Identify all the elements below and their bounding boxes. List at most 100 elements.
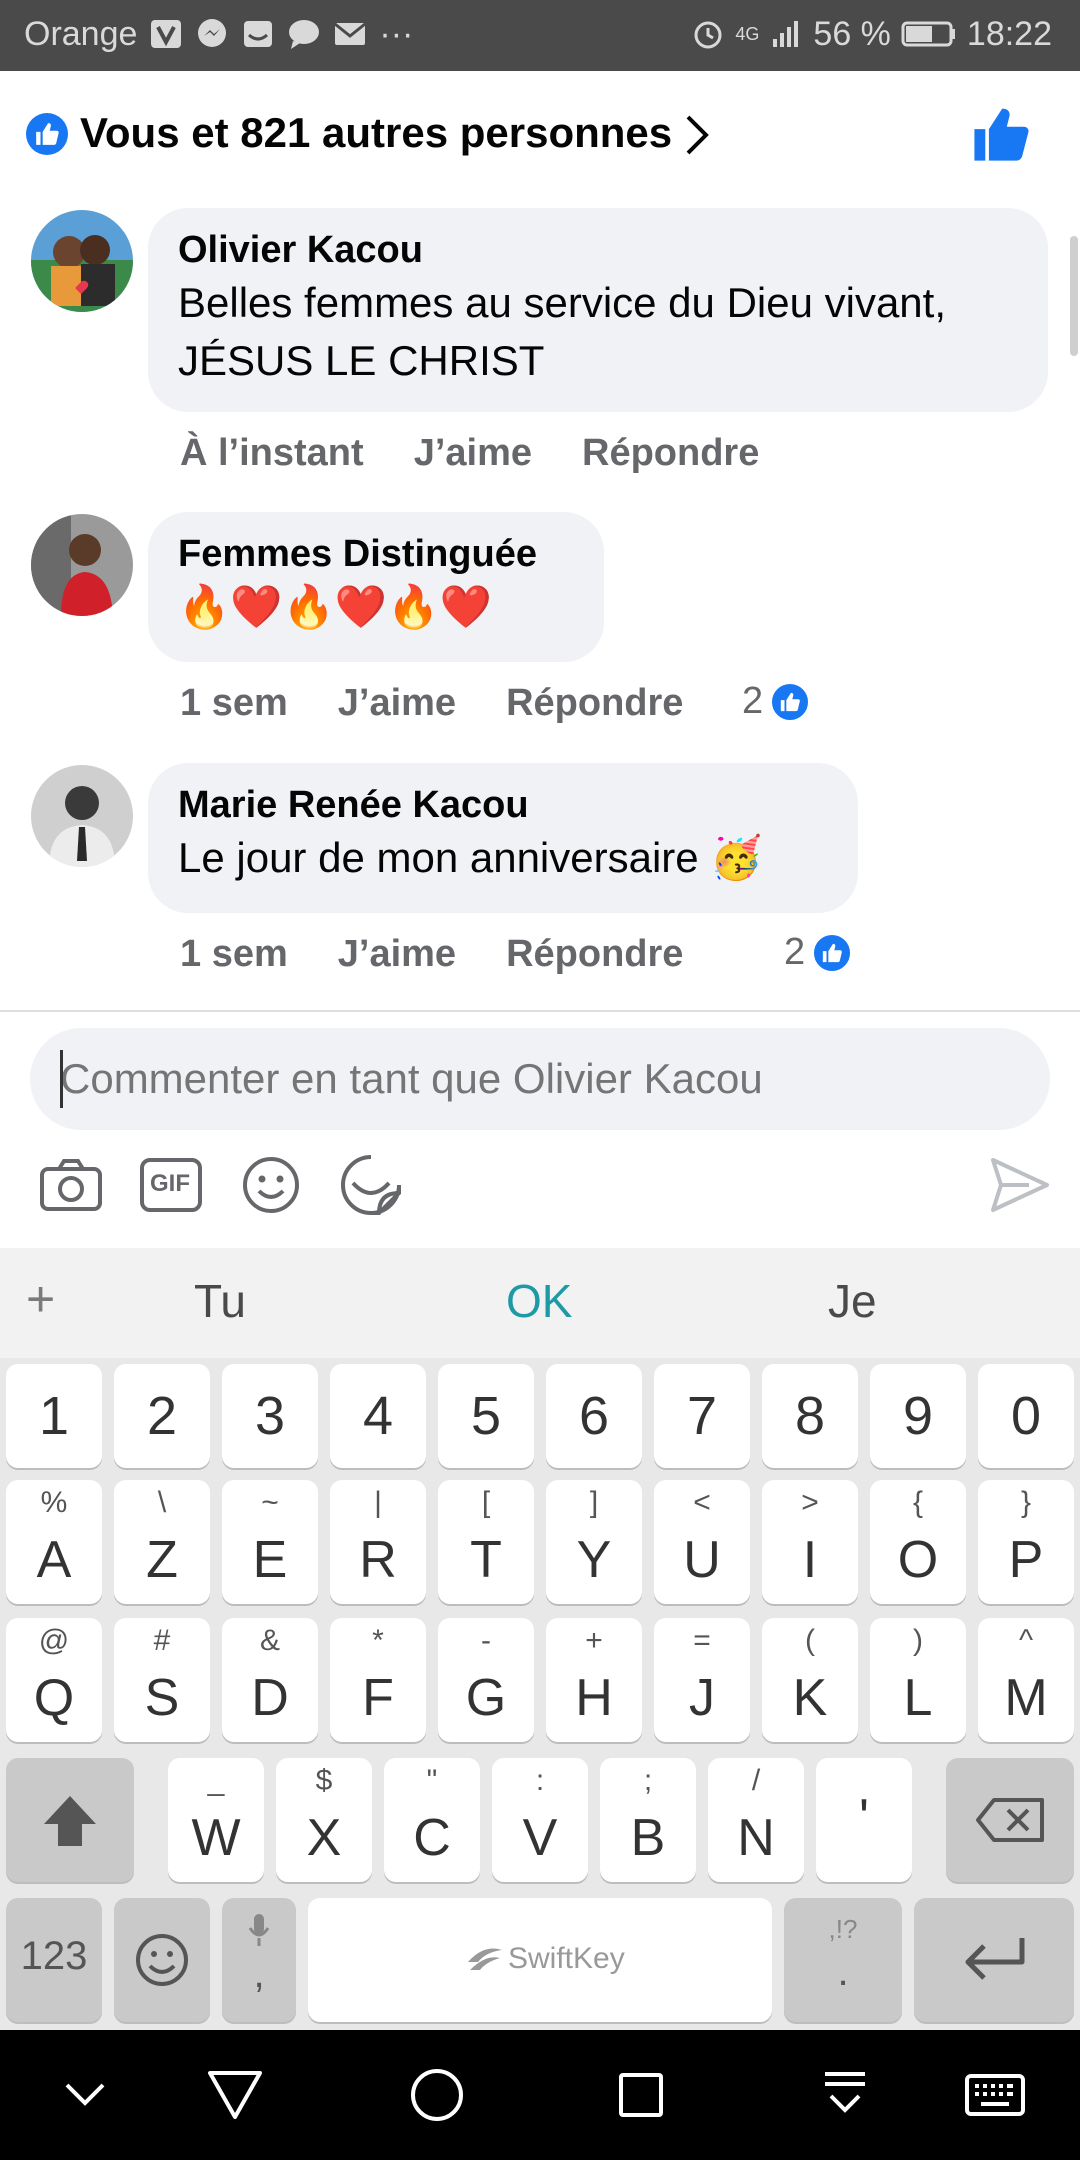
suggestion-right[interactable]: Je (828, 1274, 877, 1328)
recents-button[interactable] (608, 2062, 674, 2128)
sticker-icon (341, 1155, 401, 1215)
comment-bubble[interactable]: Marie Renée Kacou Le jour de mon anniver… (148, 763, 858, 913)
avatar[interactable] (31, 765, 133, 867)
key-x[interactable]: $ X (276, 1758, 372, 1882)
signal-icon (773, 21, 799, 47)
key-5[interactable]: 5 (438, 1364, 534, 1468)
key-g[interactable]: -G (438, 1618, 534, 1742)
like-comment-button[interactable]: J’aime (338, 933, 456, 976)
like-button-icon[interactable] (972, 105, 1030, 163)
comma-key[interactable]: , (222, 1898, 296, 2022)
scrollbar[interactable] (1070, 236, 1078, 356)
key-b[interactable]: ; B (600, 1758, 696, 1882)
home-button[interactable] (404, 2062, 470, 2128)
messenger-icon (198, 19, 227, 47)
key-9[interactable]: 9 (870, 1364, 966, 1468)
key-o[interactable]: {O (870, 1480, 966, 1604)
reply-button[interactable]: Répondre (582, 432, 759, 475)
likes-summary-text[interactable]: Vous et 821 autres personnes (80, 107, 672, 159)
reply-button[interactable]: Répondre (506, 933, 683, 976)
avatar[interactable] (31, 210, 133, 312)
key-d[interactable]: & D (222, 1618, 318, 1742)
reaction-count-number: 2 (784, 931, 806, 973)
comment-author[interactable]: Olivier Kacou (178, 226, 1018, 274)
key-f[interactable]: * F (330, 1618, 426, 1742)
key-3[interactable]: 3 (222, 1364, 318, 1468)
key-w[interactable]: _ W (168, 1758, 264, 1882)
key-4[interactable]: 4 (330, 1364, 426, 1468)
keyboard-switch-button[interactable] (962, 2062, 1028, 2128)
key-0[interactable]: 0 (978, 1364, 1074, 1468)
key-l[interactable]: ) L (870, 1618, 966, 1742)
space-bar[interactable]: SwiftKey (308, 1898, 772, 2022)
enter-key[interactable] (914, 1898, 1074, 2022)
key-h[interactable]: + H (546, 1618, 642, 1742)
key-8[interactable]: 8 (762, 1364, 858, 1468)
send-button[interactable] (984, 1150, 1056, 1220)
like-comment-button[interactable]: J’aime (338, 682, 456, 725)
network-type: 4G (735, 24, 760, 44)
key-q[interactable]: @ Q (6, 1618, 102, 1742)
like-comment-button[interactable]: J’aime (414, 432, 532, 475)
like-reaction-icon (811, 931, 854, 974)
comment-timestamp: 1 sem (180, 682, 288, 724)
backspace-key[interactable] (946, 1758, 1074, 1882)
reply-button[interactable]: Répondre (506, 682, 683, 725)
comment-timestamp: À l’instant (180, 432, 364, 474)
key-2[interactable]: 2 (114, 1364, 210, 1468)
chat-bubble-icon (289, 20, 320, 49)
key-i[interactable]: > I (762, 1480, 858, 1604)
key-u[interactable]: < U (654, 1480, 750, 1604)
comment-input[interactable] (30, 1028, 1050, 1130)
key-z[interactable]: \ Z (114, 1480, 210, 1604)
key-e[interactable]: ~ E (222, 1480, 318, 1604)
hide-keyboard-button[interactable] (52, 2062, 118, 2128)
pull-down-icon (825, 2072, 865, 2113)
period-key[interactable]: ,!? . (784, 1898, 902, 2022)
like-reaction-icon (769, 680, 812, 723)
back-button[interactable] (202, 2062, 268, 2128)
suggestion-center[interactable]: OK (506, 1274, 572, 1328)
sticker-button[interactable] (336, 1150, 406, 1220)
comment-author[interactable]: Marie Renée Kacou (178, 781, 828, 829)
key-a[interactable]: % A (6, 1480, 102, 1604)
shift-key[interactable] (6, 1758, 134, 1882)
emoji-key[interactable] (114, 1898, 210, 2022)
key-apostrophe[interactable]: ' (816, 1758, 912, 1882)
suggestion-left[interactable]: Tu (194, 1274, 246, 1328)
send-icon (991, 1158, 1049, 1212)
inbox-icon (244, 21, 273, 47)
key-t[interactable]: [T (438, 1480, 534, 1604)
key-k[interactable]: (K (762, 1618, 858, 1742)
key-n[interactable]: / N (708, 1758, 804, 1882)
avatar[interactable] (31, 514, 133, 616)
key-r[interactable]: | R (330, 1480, 426, 1604)
gif-button[interactable]: GIF (136, 1150, 206, 1220)
numbers-key[interactable]: 123 (6, 1898, 102, 2022)
reaction-count[interactable]: 2 (742, 680, 812, 723)
key-m[interactable]: ^ M (978, 1618, 1074, 1742)
camera-button[interactable] (36, 1150, 106, 1220)
key-p[interactable]: } P (978, 1480, 1074, 1604)
emoji-icon (243, 1157, 299, 1213)
chevron-right-icon[interactable] (682, 113, 712, 157)
carrier-name: Orange (24, 15, 138, 53)
key-y[interactable]: ] Y (546, 1480, 642, 1604)
key-1[interactable]: 1 (6, 1364, 102, 1468)
emoji-button[interactable] (236, 1150, 306, 1220)
toolbar-expand-button[interactable]: + (26, 1270, 55, 1328)
likes-summary[interactable]: Vous et 821 autres personnes (0, 71, 1080, 196)
key-j[interactable]: = J (654, 1618, 750, 1742)
suggestion-bar: + Tu OK Je (0, 1248, 1080, 1358)
notification-pulldown-button[interactable] (812, 2062, 878, 2128)
divider (0, 1010, 1080, 1012)
comment-bubble[interactable]: Olivier Kacou Belles femmes au service d… (148, 208, 1048, 412)
reaction-count[interactable]: 2 (784, 931, 854, 974)
key-6[interactable]: 6 (546, 1364, 642, 1468)
comment-bubble[interactable]: Femmes Distinguée 🔥❤️🔥❤️🔥❤️ (148, 512, 604, 662)
key-v[interactable]: :V (492, 1758, 588, 1882)
key-s[interactable]: # S (114, 1618, 210, 1742)
key-7[interactable]: 7 (654, 1364, 750, 1468)
key-c[interactable]: " C (384, 1758, 480, 1882)
comment-author[interactable]: Femmes Distinguée (178, 530, 574, 578)
